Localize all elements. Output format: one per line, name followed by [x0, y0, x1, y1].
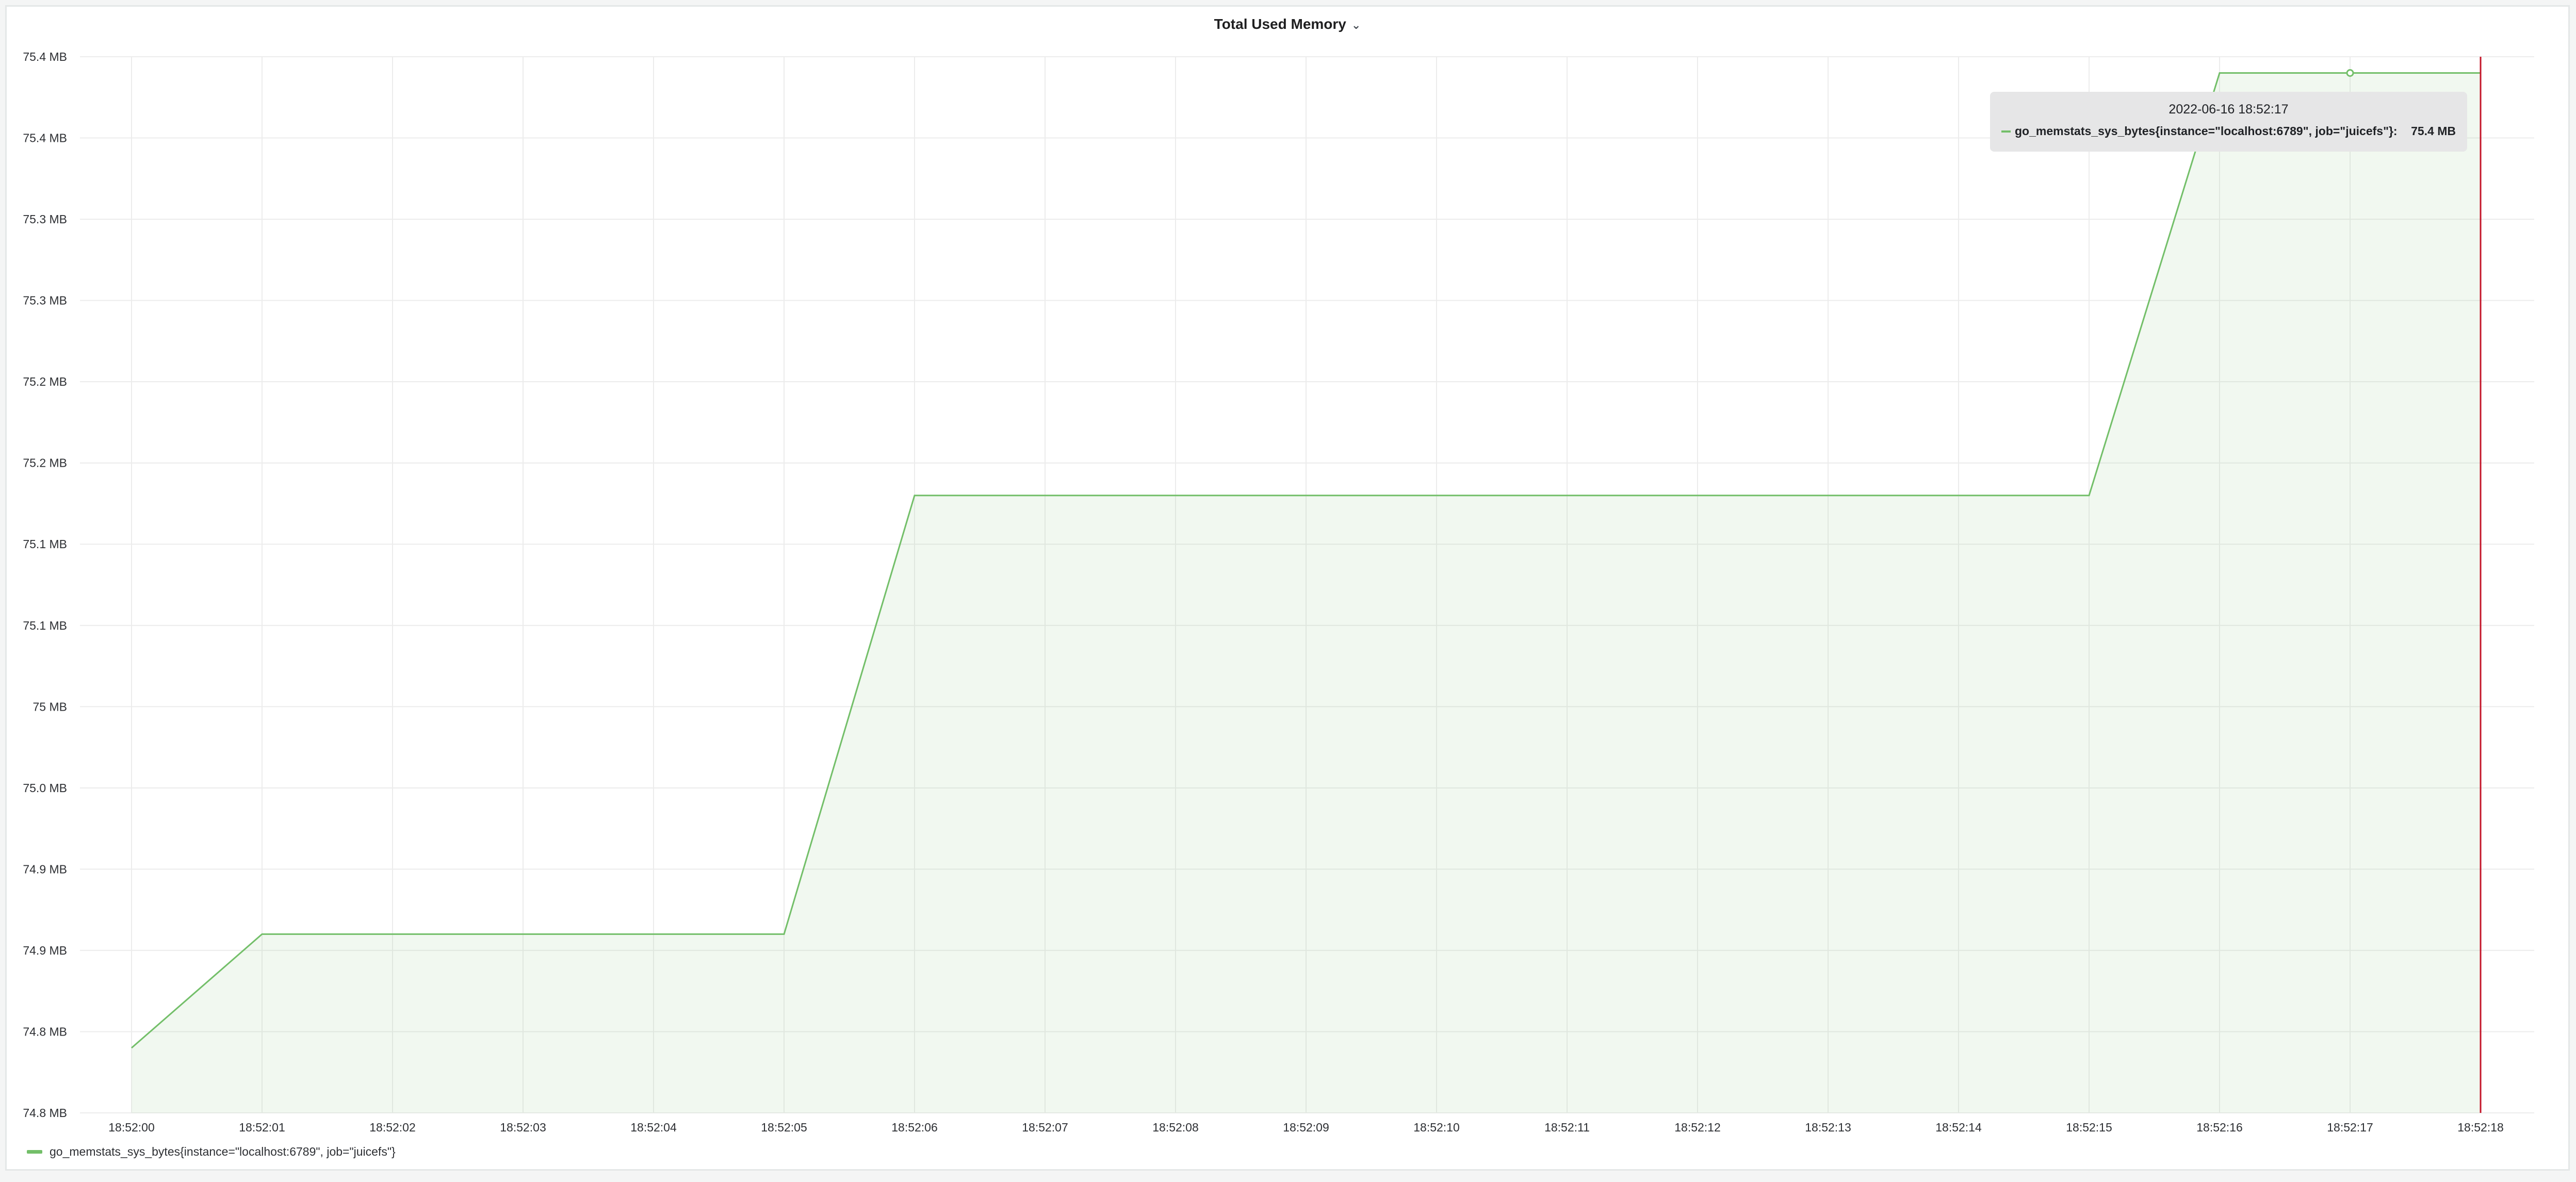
x-tick-label: 18:52:06: [891, 1121, 938, 1134]
chart-plot[interactable]: 74.8 MB 74.8 MB 74.9 MB 74.9 MB 75.0 MB 75 MB…: [0, 0, 2576, 1182]
tooltip-time: 2022-06-16 18:52:17: [2169, 102, 2289, 117]
x-tick-label: 18:52:01: [239, 1121, 285, 1134]
x-tick-label: 18:52:03: [500, 1121, 546, 1134]
x-tick-label: 18:52:16: [2196, 1121, 2243, 1134]
legend-swatch: [27, 1150, 42, 1154]
x-tick-label: 18:52:09: [1283, 1121, 1329, 1134]
y-tick-label: 74.8 MB: [23, 1025, 67, 1038]
y-tick-label: 75.4 MB: [23, 50, 67, 63]
y-tick-label: 75.4 MB: [23, 132, 67, 145]
y-tick-label: 75.3 MB: [23, 294, 67, 307]
tooltip-series-swatch: [2001, 130, 2011, 133]
y-tick-label: 75.3 MB: [23, 212, 67, 226]
tooltip-series-label: go_memstats_sys_bytes{instance="localhos…: [2015, 124, 2398, 138]
x-tick-label: 18:52:13: [1805, 1121, 1851, 1134]
x-tick-label: 18:52:08: [1152, 1121, 1199, 1134]
x-tick-label: 18:52:02: [369, 1121, 416, 1134]
x-tick-label: 18:52:10: [1413, 1121, 1460, 1134]
x-tick-label: 18:52:14: [1935, 1121, 1982, 1134]
y-tick-label: 74.8 MB: [23, 1106, 67, 1120]
x-tick-label: 18:52:04: [630, 1121, 677, 1134]
y-axis: 74.8 MB 74.8 MB 74.9 MB 74.9 MB 75.0 MB 75 MB…: [23, 50, 67, 1120]
y-tick-label: 74.9 MB: [23, 862, 67, 876]
x-axis: 18:52:00 18:52:01 18:52:02 18:52:03 18:52:04…: [108, 1121, 2504, 1134]
y-tick-label: 75.2 MB: [23, 456, 67, 470]
x-tick-label: 18:52:17: [2327, 1121, 2373, 1134]
legend-item-label[interactable]: go_memstats_sys_bytes{instance="localhos…: [50, 1145, 396, 1159]
hover-tooltip: 2022-06-16 18:52:17 go_memstats_sys_byte…: [1990, 92, 2467, 152]
y-tick-label: 75.2 MB: [23, 375, 67, 388]
y-tick-label: 75.0 MB: [23, 781, 67, 795]
y-tick-label: 74.9 MB: [23, 944, 67, 957]
tooltip-row: go_memstats_sys_bytes{instance="localhos…: [2001, 124, 2456, 138]
tooltip-value: 75.4 MB: [2411, 124, 2456, 138]
hover-point: [2346, 69, 2354, 77]
x-tick-label: 18:52:18: [2457, 1121, 2504, 1134]
x-tick-label: 18:52:00: [108, 1121, 155, 1134]
x-tick-label: 18:52:05: [761, 1121, 807, 1134]
chart-legend[interactable]: go_memstats_sys_bytes{instance="localhos…: [27, 1144, 396, 1159]
y-tick-label: 75.1 MB: [23, 619, 67, 632]
x-tick-label: 18:52:11: [1544, 1121, 1590, 1134]
x-tick-label: 18:52:07: [1022, 1121, 1068, 1134]
y-tick-label: 75.1 MB: [23, 537, 67, 551]
x-tick-label: 18:52:12: [1674, 1121, 1721, 1134]
y-tick-label: 75 MB: [33, 700, 67, 713]
x-tick-label: 18:52:15: [2066, 1121, 2112, 1134]
